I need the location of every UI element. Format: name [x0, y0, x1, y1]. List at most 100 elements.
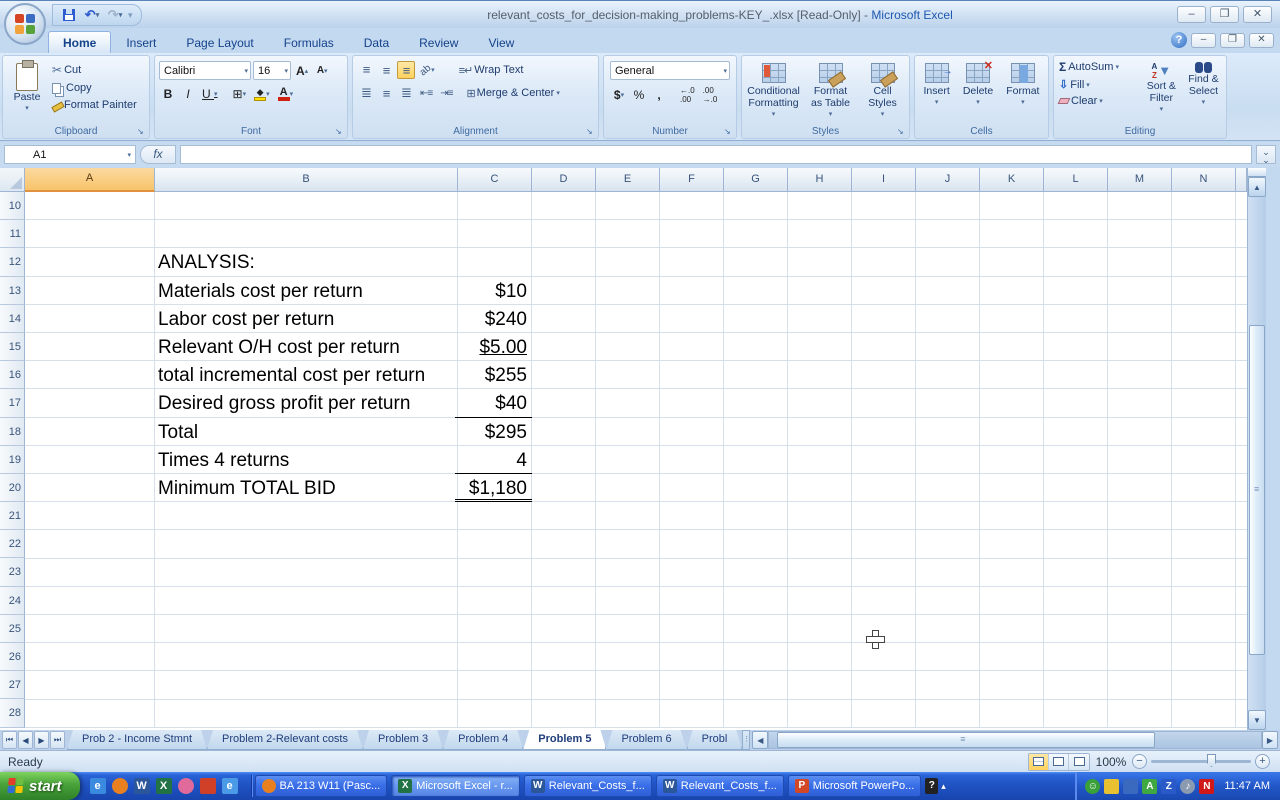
- workbook-minimize-button[interactable]: –: [1191, 33, 1216, 48]
- column-header-M[interactable]: M: [1108, 168, 1172, 192]
- row-header-17[interactable]: 17: [0, 389, 25, 417]
- select-all-corner[interactable]: [0, 168, 25, 192]
- vertical-scrollbar[interactable]: ▲ ▼: [1247, 168, 1266, 730]
- help-tray-icon[interactable]: ?: [925, 778, 938, 794]
- ribbon-tab-page-layout[interactable]: Page Layout: [171, 31, 268, 53]
- minimize-button[interactable]: –: [1177, 6, 1206, 23]
- row-header-16[interactable]: 16: [0, 361, 25, 389]
- row-header-14[interactable]: 14: [0, 305, 25, 333]
- wrap-text-button[interactable]: ≡↵Wrap Text: [456, 63, 527, 78]
- cell-styles-button[interactable]: Cell Styles▾: [860, 60, 906, 121]
- vertical-scroll-thumb[interactable]: [1249, 325, 1265, 655]
- tab-splitter-handle[interactable]: ⋮⋮: [742, 730, 750, 750]
- sheet-tab-prob-2-income-stmnt[interactable]: Prob 2 - Income Stmnt: [67, 730, 207, 750]
- sheet-tab-problem-2-relevant-costs[interactable]: Problem 2-Relevant costs: [207, 730, 363, 750]
- taskbar-button-firefox[interactable]: BA 213 W11 (Pasc...: [255, 775, 388, 797]
- formula-input[interactable]: [180, 145, 1252, 164]
- shrink-font-button[interactable]: A▾: [313, 62, 331, 80]
- tools-icon[interactable]: [1123, 779, 1138, 794]
- row-header-24[interactable]: 24: [0, 587, 25, 615]
- ribbon-tab-view[interactable]: View: [473, 31, 529, 53]
- bold-button[interactable]: B: [159, 85, 177, 103]
- zoom-level[interactable]: 100%: [1094, 755, 1128, 769]
- italic-button[interactable]: I: [179, 85, 197, 103]
- row-header-20[interactable]: 20: [0, 474, 25, 502]
- insert-cells-button[interactable]: Insert▾: [920, 60, 954, 109]
- zone-icon[interactable]: Z: [1161, 779, 1176, 794]
- fill-color-button[interactable]: ◆▾: [251, 85, 273, 103]
- qat-customize-button[interactable]: ▾: [128, 10, 133, 21]
- zoom-out-button[interactable]: −: [1132, 754, 1147, 769]
- font-name-combo[interactable]: Calibri▾: [159, 61, 251, 80]
- ribbon-tab-data[interactable]: Data: [349, 31, 404, 53]
- styles-dialog-launcher-icon[interactable]: ↘: [897, 127, 907, 137]
- first-sheet-button[interactable]: ⏮: [2, 731, 17, 749]
- row-header-12[interactable]: 12: [0, 248, 25, 276]
- cell-C15[interactable]: $5.00: [455, 333, 532, 361]
- column-header-A[interactable]: A: [25, 168, 155, 192]
- fill-button[interactable]: ⇩Fill▾: [1056, 77, 1140, 92]
- increase-indent-button[interactable]: ⇥≡: [437, 84, 455, 102]
- cell-B18[interactable]: Total: [158, 418, 198, 446]
- zoom-in-button[interactable]: +: [1255, 754, 1270, 769]
- clipboard-dialog-launcher-icon[interactable]: ↘: [137, 127, 147, 137]
- prev-sheet-button[interactable]: ◀: [18, 731, 33, 749]
- excel-icon[interactable]: X: [156, 778, 172, 794]
- cell-C19[interactable]: 4: [455, 446, 532, 474]
- firefox-icon[interactable]: [112, 778, 128, 794]
- cell-B17[interactable]: Desired gross profit per return: [158, 389, 410, 417]
- cell-C16[interactable]: $255: [455, 361, 532, 389]
- taskbar-button-word[interactable]: WRelevant_Costs_f...: [656, 775, 784, 797]
- align-bottom-button[interactable]: ≡: [397, 61, 415, 79]
- orientation-button[interactable]: ab▾: [417, 61, 438, 79]
- row-header-13[interactable]: 13: [0, 277, 25, 305]
- column-header-D[interactable]: D: [532, 168, 596, 192]
- undo-button[interactable]: ↶▾: [82, 6, 102, 24]
- workbook-restore-button[interactable]: ❐: [1220, 33, 1245, 48]
- internet-explorer-icon[interactable]: e: [90, 778, 106, 794]
- column-header-G[interactable]: G: [724, 168, 788, 192]
- accounting-format-button[interactable]: $▾: [610, 86, 628, 104]
- column-header-K[interactable]: K: [980, 168, 1044, 192]
- font-size-combo[interactable]: 16▾: [253, 61, 291, 80]
- align-right-button[interactable]: ≣: [397, 84, 415, 102]
- app-pink-icon[interactable]: [178, 778, 194, 794]
- cells-area[interactable]: ANALYSIS:Materials cost per return$10Lab…: [25, 192, 1247, 728]
- cell-C14[interactable]: $240: [455, 305, 532, 333]
- column-header-L[interactable]: L: [1044, 168, 1108, 192]
- cell-C17[interactable]: $40: [455, 389, 532, 417]
- cell-B19[interactable]: Times 4 returns: [158, 446, 289, 474]
- column-header-B[interactable]: B: [155, 168, 458, 192]
- cell-B14[interactable]: Labor cost per return: [158, 305, 334, 333]
- restore-button[interactable]: ❐: [1210, 6, 1239, 23]
- normal-view-button[interactable]: [1029, 754, 1049, 770]
- row-header-27[interactable]: 27: [0, 671, 25, 699]
- scroll-left-icon[interactable]: ◀: [752, 731, 768, 749]
- cell-C18[interactable]: $295: [455, 418, 532, 446]
- column-header-E[interactable]: E: [596, 168, 660, 192]
- row-header-19[interactable]: 19: [0, 446, 25, 474]
- column-header-N[interactable]: N: [1172, 168, 1236, 192]
- comma-style-button[interactable]: ,: [650, 86, 668, 104]
- cell-B15[interactable]: Relevant O/H cost per return: [158, 333, 400, 361]
- column-header-J[interactable]: J: [916, 168, 980, 192]
- row-header-26[interactable]: 26: [0, 643, 25, 671]
- cell-C13[interactable]: $10: [455, 277, 532, 305]
- page-layout-view-button[interactable]: [1049, 754, 1069, 770]
- merge-center-button[interactable]: ⊞Merge & Center▾: [463, 86, 562, 101]
- zoom-slider-thumb[interactable]: [1207, 754, 1216, 767]
- alignment-dialog-launcher-icon[interactable]: ↘: [586, 127, 596, 137]
- grow-font-button[interactable]: A▴: [293, 62, 311, 80]
- split-handle[interactable]: [1248, 168, 1266, 177]
- ribbon-tab-insert[interactable]: Insert: [111, 31, 171, 53]
- next-sheet-button[interactable]: ▶: [34, 731, 49, 749]
- copy-button[interactable]: Copy: [49, 81, 140, 95]
- row-header-10[interactable]: 10: [0, 192, 25, 220]
- horizontal-scrollbar[interactable]: ◀ ▶: [752, 731, 1278, 749]
- start-button[interactable]: start: [0, 772, 80, 800]
- number-format-combo[interactable]: General▾: [610, 61, 730, 80]
- cell-B20[interactable]: Minimum TOTAL BID: [158, 474, 336, 502]
- column-header-C[interactable]: C: [458, 168, 532, 192]
- cut-button[interactable]: ✂Cut: [49, 62, 140, 78]
- messenger-icon[interactable]: ☺: [1085, 779, 1100, 794]
